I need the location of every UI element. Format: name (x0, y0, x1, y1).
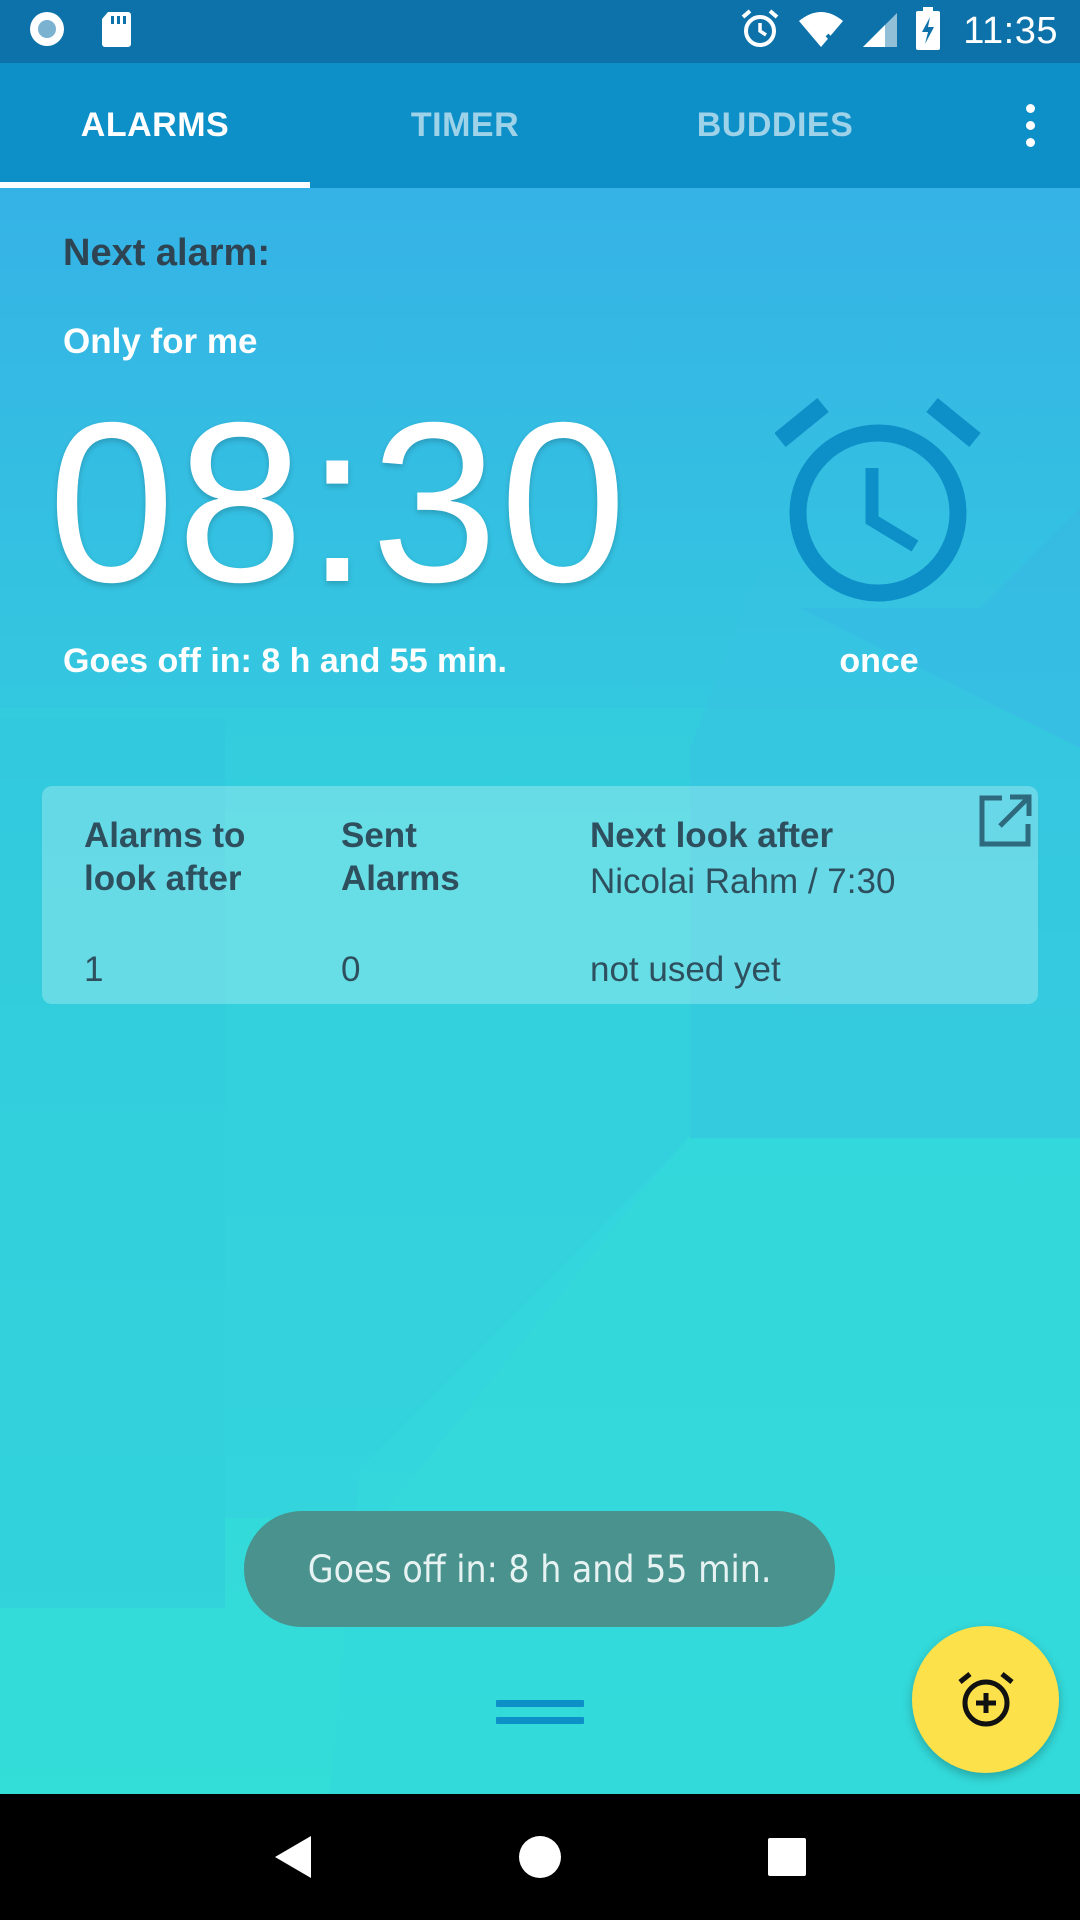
screen: 11:35 ALARMS TIMER BUDDIES Next alarm: O… (0, 0, 1080, 1920)
alarm-time[interactable]: 08:30 (48, 378, 629, 629)
add-alarm-button[interactable] (912, 1626, 1059, 1773)
navigation-bar (0, 1794, 1080, 1920)
next-look-after-header: Next look after (590, 816, 834, 855)
status-bar: 11:35 (0, 0, 1080, 63)
next-alarm-heading: Next alarm: (63, 232, 270, 274)
sent-alarms-label-line2: Alarms (341, 859, 460, 898)
drag-handle[interactable] (496, 1700, 584, 1734)
overflow-menu-button[interactable] (980, 63, 1080, 188)
sent-alarms-label-line1: Sent (341, 816, 417, 855)
tab-alarms[interactable]: ALARMS (0, 63, 310, 188)
alarms-to-look-after-value: 1 (84, 950, 104, 989)
tab-timer[interactable]: TIMER (310, 63, 620, 188)
add-alarm-icon (957, 1671, 1014, 1726)
tab-buddies[interactable]: BUDDIES (620, 63, 930, 188)
status-time: 11:35 (963, 10, 1058, 52)
sent-alarms-value: 0 (341, 950, 361, 989)
home-button[interactable] (500, 1817, 580, 1897)
alarms-to-look-after-label-line2: look after (84, 859, 242, 898)
drag-handle-bar-bottom (496, 1717, 584, 1724)
wifi-icon (797, 9, 845, 54)
toast: Goes off in: 8 h and 55 min. (244, 1511, 835, 1627)
drag-handle-bar-top (496, 1700, 584, 1707)
alarm-target: Only for me (63, 322, 258, 361)
goes-off-text: Goes off in: 8 h and 55 min. (63, 642, 507, 680)
alarm-clock-icon[interactable] (774, 398, 985, 608)
buddy-info-card[interactable]: Alarms to look after Sent Alarms Next lo… (42, 786, 1038, 1004)
recents-icon (767, 1838, 806, 1876)
alarms-to-look-after-header: Alarms to look after (84, 814, 245, 900)
tab-bar: ALARMS TIMER BUDDIES (0, 63, 1080, 188)
repeat-label: once (839, 642, 919, 680)
sent-alarms-header: Sent Alarms (341, 814, 460, 900)
home-icon (518, 1836, 561, 1878)
back-button[interactable] (253, 1817, 333, 1897)
next-look-after-value: not used yet (590, 950, 781, 989)
toast-text: Goes off in: 8 h and 55 min. (307, 1547, 772, 1591)
battery-charging-icon (915, 7, 941, 56)
back-icon (275, 1836, 312, 1878)
alarm-icon (739, 8, 781, 55)
next-look-after-detail: Nicolai Rahm / 7:30 (590, 862, 896, 901)
alarms-to-look-after-label-line1: Alarms to (84, 816, 246, 855)
location-circle-icon (28, 10, 66, 53)
open-in-new-icon[interactable] (976, 792, 1034, 850)
sd-card-icon (100, 10, 132, 53)
more-vert-icon (1025, 104, 1035, 147)
recents-button[interactable] (747, 1817, 827, 1897)
signal-icon (861, 9, 899, 54)
